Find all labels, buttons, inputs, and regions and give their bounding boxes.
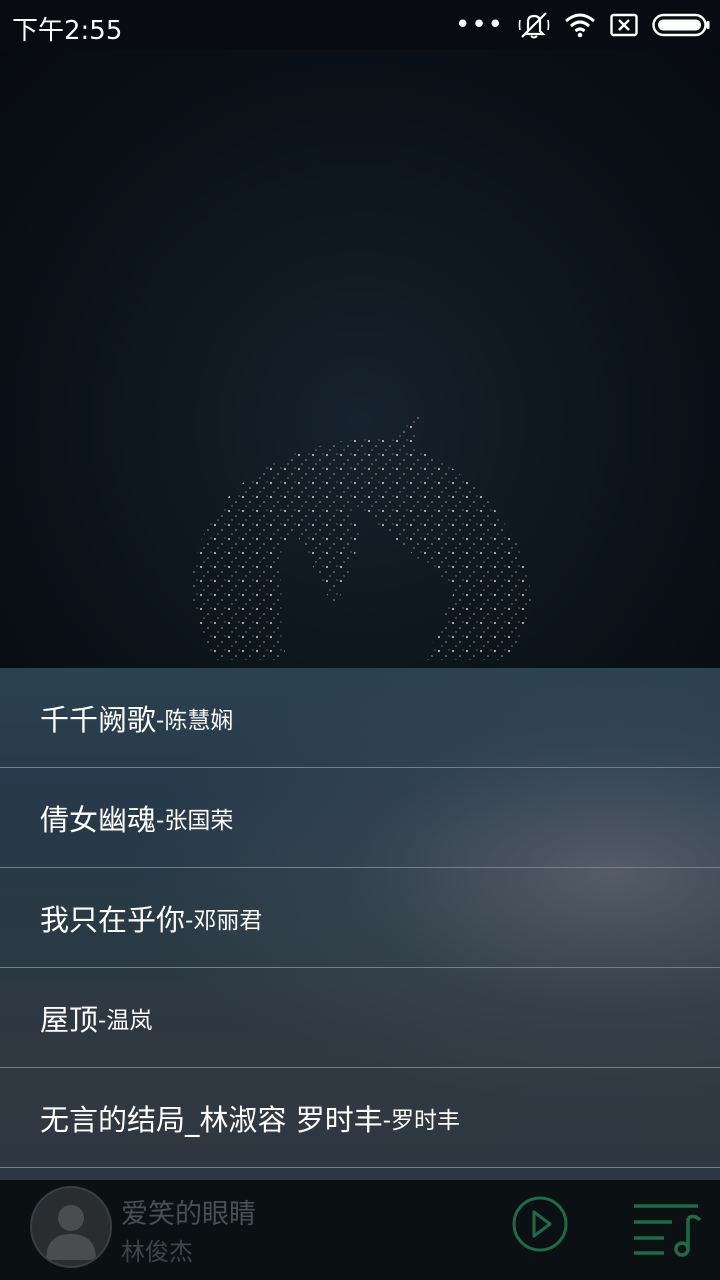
song-list: 千千阙歌 -陈慧娴 倩女幽魂 -张国荣 我只在乎你 -邓丽君 屋顶 -温岚 无言的结局_… <box>0 668 720 1180</box>
wifi-icon <box>565 13 595 38</box>
app-logo-icon <box>192 410 531 660</box>
song-item[interactable]: 倩女幽魂 -张国荣 <box>0 768 720 868</box>
more-dots-icon: ••• <box>454 10 504 40</box>
song-artist: -温岚 <box>98 1007 153 1034</box>
mute-icon <box>518 12 550 39</box>
album-avatar[interactable] <box>30 1186 112 1268</box>
background-art <box>0 50 720 670</box>
status-bar: 下午2:55 ••• <box>0 0 720 50</box>
status-icons: ••• <box>455 10 710 40</box>
song-artist: -罗时丰 <box>382 1107 461 1134</box>
song-title: 倩女幽魂 <box>40 802 157 837</box>
song-item[interactable]: 千千阙歌 -陈慧娴 <box>0 668 720 768</box>
song-artist: -邓丽君 <box>185 907 263 934</box>
song-artist: -陈慧娴 <box>156 707 234 734</box>
battery-icon <box>652 13 710 37</box>
now-playing-title: 爱笑的眼睛 <box>121 1199 256 1230</box>
song-title: 我只在乎你 <box>40 902 186 937</box>
song-item[interactable]: 屋顶 -温岚 <box>0 968 720 1068</box>
play-button[interactable] <box>510 1194 570 1254</box>
song-item[interactable]: 我只在乎你 -邓丽君 <box>0 868 720 968</box>
sim-none-icon <box>610 13 638 37</box>
user-silhouette-icon <box>46 1205 96 1260</box>
song-item[interactable]: 无言的结局_林淑容 罗时丰 -罗时丰 <box>0 1068 720 1168</box>
status-time: 下午2:55 <box>12 16 123 46</box>
song-title: 屋顶 <box>40 1002 99 1037</box>
song-title: 无言的结局_林淑容 罗时丰 <box>40 1102 383 1137</box>
playlist-queue-button[interactable] <box>632 1198 702 1258</box>
now-playing-artist: 林俊杰 <box>121 1238 193 1266</box>
song-artist: -张国荣 <box>156 807 234 834</box>
mini-player[interactable]: 爱笑的眼睛 林俊杰 <box>0 1180 720 1280</box>
song-title: 千千阙歌 <box>40 702 157 737</box>
